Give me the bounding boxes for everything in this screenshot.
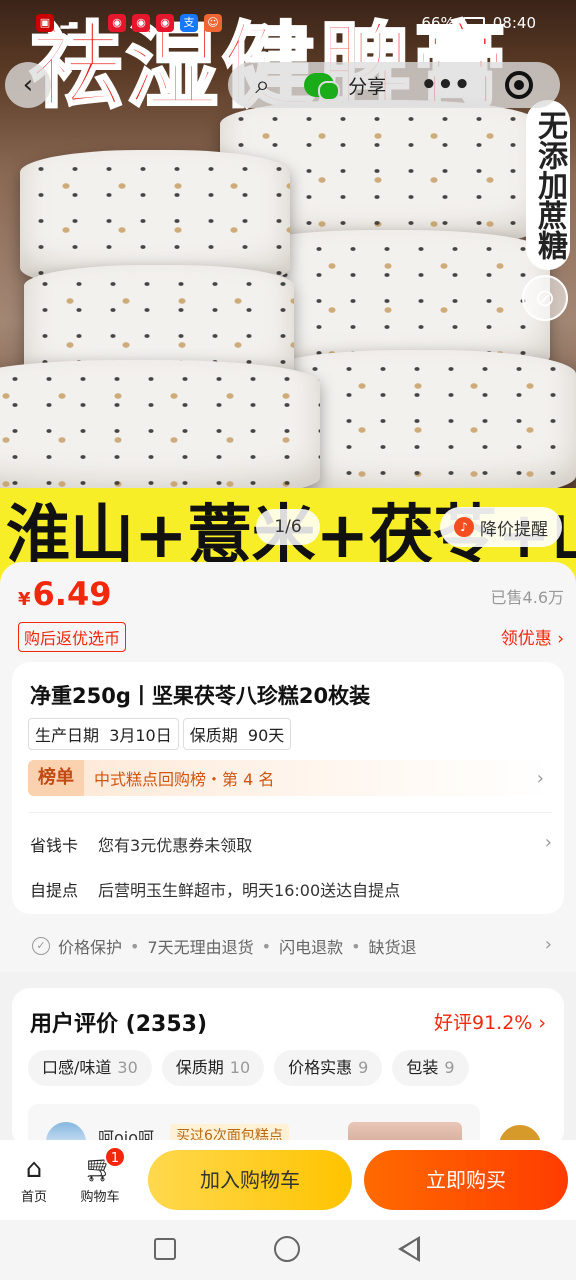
divider: [28, 812, 552, 813]
back-triangle-icon[interactable]: [398, 1236, 420, 1262]
product-title: 净重250g丨坚果茯苓八珍糕20枚装: [30, 684, 371, 708]
rebate-tag: 购后返优选币: [18, 622, 127, 652]
currency-symbol: ¥: [18, 589, 31, 610]
check-circle-icon: ✓: [32, 937, 50, 955]
service-item: 7天无理由退货: [147, 938, 254, 957]
bell-icon: ♪: [454, 517, 474, 537]
separator-dot: •: [130, 936, 140, 956]
get-coupon-link[interactable]: 领优惠 ›: [501, 624, 564, 649]
chevron-right-icon: ›: [536, 767, 544, 789]
no-added-sugar-badge: 无添加蔗糖: [526, 100, 570, 270]
review-chip[interactable]: 口感/味道 30: [28, 1050, 152, 1086]
get-coupon-label: 领优惠: [500, 629, 552, 649]
alipay-icon: 支: [180, 14, 198, 32]
tag-value: 90天: [247, 726, 285, 745]
ranking-row[interactable]: 榜单 中式糕点回购榜・第 4 名 ›: [28, 760, 552, 796]
chevron-right-icon: ›: [544, 934, 552, 955]
bottom-action-bar: ⌂ 首页 🛒︎ 购物车 1 加入购物车 立即购买: [0, 1140, 576, 1220]
app-icon: ☺: [204, 14, 222, 32]
mini-program-close-icon[interactable]: [504, 71, 533, 99]
cake-image: [0, 360, 320, 500]
cart-count-badge: 1: [104, 1146, 126, 1168]
chevron-left-icon: ‹: [22, 70, 34, 100]
chip-count: 10: [229, 1058, 251, 1077]
pickup-label: 自提点: [30, 881, 79, 900]
share-label: 分享: [348, 75, 387, 98]
weibo-icon: ◉: [156, 14, 174, 32]
top-action-bar: ⌕ 分享 •••: [228, 62, 560, 108]
ranking-text: 中式糕点回购榜・第 4 名: [94, 770, 275, 789]
search-icon[interactable]: ⌕: [255, 70, 270, 101]
wechat-icon: [304, 73, 341, 101]
tag-label: 生产日期: [35, 726, 100, 745]
reviews-section: 用户评价 (2353) 好评91.2% › 口感/味道 30 保质期 10 价格实惠…: [12, 988, 564, 1148]
carousel-pager: 1/6: [256, 509, 320, 545]
chip-count: 9: [444, 1058, 455, 1077]
buy-now-button[interactable]: 立即购买: [364, 1150, 568, 1210]
chip-label: 保质期: [175, 1058, 224, 1077]
chip-label: 价格实惠: [288, 1058, 353, 1077]
home-circle-icon[interactable]: [274, 1236, 300, 1262]
signal-icon: ▂▄: [60, 16, 78, 29]
review-chip[interactable]: 保质期 10: [161, 1050, 265, 1086]
product-tags: 生产日期 3月10日 保质期 90天: [28, 718, 292, 750]
good-rate-value: 好评91.2%: [433, 1012, 533, 1034]
status-bar: ▣ ▂▄ ◠ ◉ ◉ ◉ 支 ☺ 66% 08:40: [0, 0, 576, 48]
chevron-right-icon: ›: [544, 832, 552, 853]
weibo-icon: ◉: [108, 14, 126, 32]
review-filter-chips: 口感/味道 30 保质期 10 价格实惠 9 包装 9: [28, 1050, 469, 1086]
chip-label: 口感/味道: [42, 1058, 112, 1077]
cart-label: 购物车: [80, 1190, 120, 1205]
chevron-right-icon: ›: [538, 1012, 546, 1034]
home-tab[interactable]: ⌂ 首页: [4, 1152, 64, 1205]
chevron-right-icon: ›: [557, 629, 564, 649]
more-icon[interactable]: •••: [421, 70, 471, 100]
good-rate-link[interactable]: 好评91.2% ›: [434, 1008, 546, 1035]
price-alert-button[interactable]: ♪ 降价提醒: [440, 507, 562, 547]
price-alert-label: 降价提醒: [480, 519, 548, 540]
savings-label: 省钱卡: [30, 836, 79, 855]
service-item: 闪电退款: [279, 938, 344, 957]
sold-count: 已售4.6万: [490, 588, 564, 607]
review-chip[interactable]: 包装 9: [392, 1050, 469, 1086]
clock: 08:40: [492, 14, 536, 32]
separator-dot: •: [261, 936, 272, 956]
shelf-life-tag: 保质期 90天: [182, 718, 292, 750]
review-chip[interactable]: 价格实惠 9: [274, 1050, 383, 1086]
share-button[interactable]: 分享: [304, 72, 387, 101]
chip-label: 包装: [406, 1058, 439, 1077]
savings-value: 您有3元优惠券未领取: [98, 836, 253, 855]
battery-icon: [462, 17, 485, 29]
no-sugar-icon: ⊘: [522, 275, 568, 321]
chip-count: 30: [117, 1058, 138, 1077]
system-navigation-bar: [0, 1220, 576, 1280]
back-button[interactable]: ‹: [5, 62, 51, 108]
chip-count: 9: [358, 1058, 369, 1077]
home-icon: ⌂: [25, 1154, 43, 1184]
separator-dot: •: [351, 936, 361, 956]
home-label: 首页: [20, 1190, 47, 1205]
pickup-value: 后营明玉生鲜超市，明天16:00送达自提点: [98, 881, 401, 900]
weibo-icon: ◉: [132, 14, 150, 32]
tag-value: 3月10日: [109, 726, 172, 745]
add-to-cart-button[interactable]: 加入购物车: [148, 1150, 352, 1210]
sim-icon: ▣: [36, 14, 54, 32]
service-guarantees[interactable]: ✓ 价格保护 • 7天无理由退货 • 闪电退款 • 缺货退 ›: [12, 920, 564, 972]
service-item: 价格保护: [58, 938, 123, 957]
production-date-tag: 生产日期 3月10日: [28, 718, 179, 750]
service-item: 缺货退: [368, 938, 417, 957]
battery-percent: 66%: [421, 14, 455, 32]
savings-card-row[interactable]: 省钱卡 您有3元优惠券未领取: [30, 832, 252, 856]
price-value: 6.49: [32, 575, 112, 613]
product-info-card: 净重250g丨坚果茯苓八珍糕20枚装 生产日期 3月10日 保质期 90天 榜单…: [12, 662, 564, 914]
wifi-icon: ◠: [88, 16, 98, 29]
reviews-title: 用户评价 (2353): [30, 1012, 207, 1037]
ranking-badge: 榜单: [28, 760, 84, 796]
tag-label: 保质期: [189, 726, 238, 745]
recent-apps-icon[interactable]: [154, 1238, 176, 1260]
pickup-row[interactable]: 自提点 后营明玉生鲜超市，明天16:00送达自提点: [30, 877, 400, 901]
price: ¥ 6.49: [18, 575, 111, 613]
